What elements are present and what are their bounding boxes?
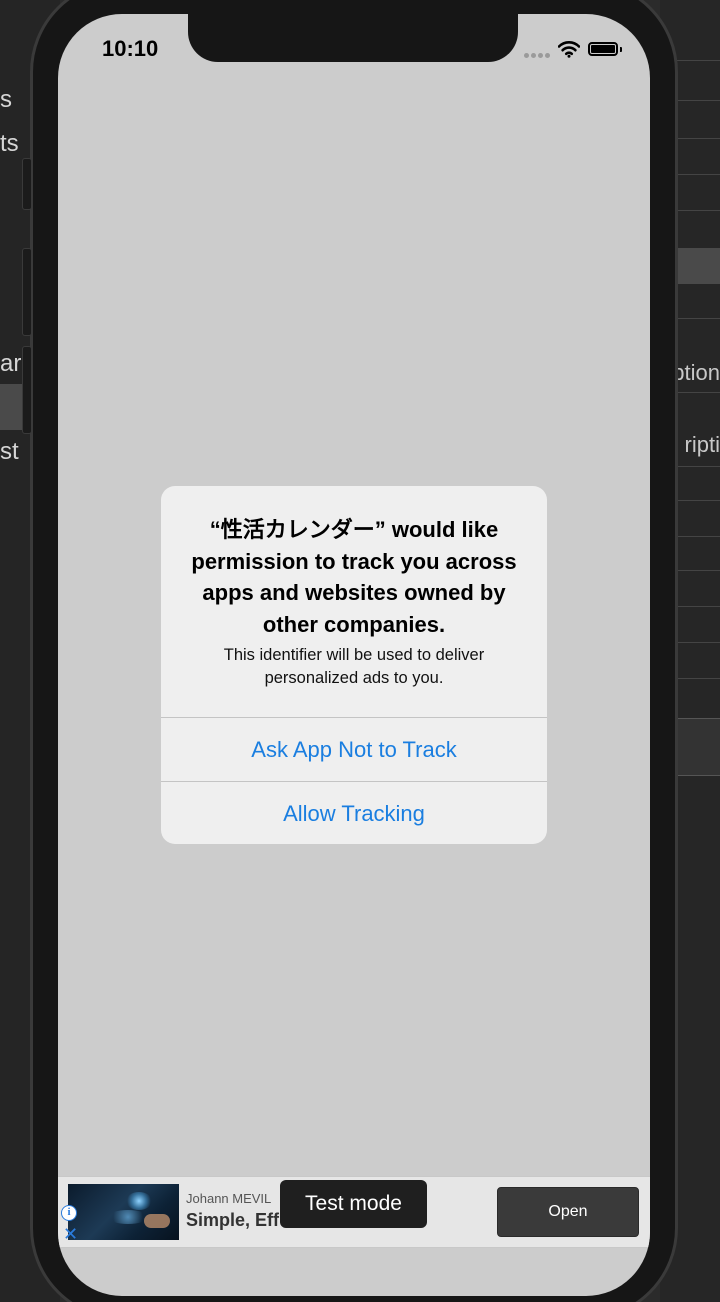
ad-headline-start: Simple, Eff bbox=[186, 1210, 280, 1230]
ad-advertiser: Johann MEVIL bbox=[186, 1191, 272, 1206]
battery-icon bbox=[588, 42, 618, 56]
alert-body: “性活カレンダー” would like permission to track… bbox=[161, 486, 547, 717]
background-left-text: s bbox=[0, 86, 12, 113]
tracking-permission-alert: “性活カレンダー” would like permission to track… bbox=[161, 486, 547, 844]
battery-cap bbox=[620, 47, 622, 52]
background-right-text: ripti bbox=[684, 432, 720, 457]
test-mode-label: Test mode bbox=[280, 1180, 427, 1228]
status-bar-time: 10:10 bbox=[102, 36, 159, 61]
notch bbox=[188, 14, 518, 62]
ask-not-to-track-button[interactable]: Ask App Not to Track bbox=[161, 717, 547, 781]
volume-down-button bbox=[22, 346, 32, 434]
background-left-text: st bbox=[0, 438, 19, 465]
allow-tracking-button[interactable]: Allow Tracking bbox=[161, 781, 547, 844]
alert-title: “性活カレンダー” would like permission to track… bbox=[191, 517, 517, 637]
adchoices-info-icon[interactable]: i bbox=[61, 1205, 77, 1221]
ad-open-button[interactable]: Open bbox=[497, 1187, 639, 1237]
volume-up-button bbox=[22, 248, 32, 336]
ad-close-icon[interactable]: ✕ bbox=[63, 1225, 78, 1243]
cellular-signal-icon bbox=[524, 50, 552, 58]
wifi-icon bbox=[558, 41, 580, 58]
phone-screen: 10:10 “性活カレンダー” would like permission to… bbox=[58, 14, 650, 1296]
mute-switch bbox=[22, 158, 32, 210]
background-left-text: ts bbox=[0, 130, 19, 157]
background-right-text: ption bbox=[672, 360, 720, 385]
alert-message: This identifier will be used to deliver … bbox=[223, 646, 485, 687]
stage: s ts ard st ption ripti 10:10 “性活カレンダー” … bbox=[0, 0, 720, 1302]
ad-image[interactable] bbox=[68, 1184, 179, 1240]
